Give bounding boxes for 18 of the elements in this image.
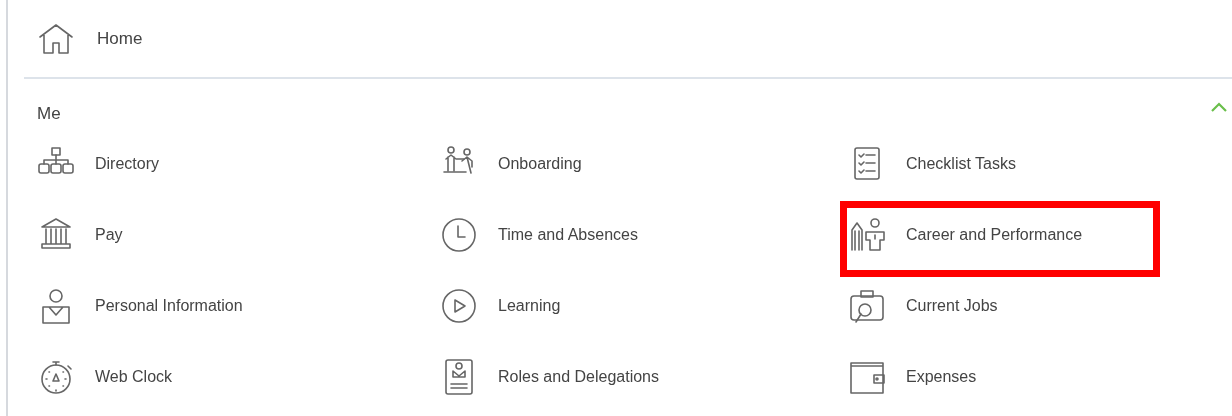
- menu-item[interactable]: Web Clock: [37, 357, 173, 396]
- menu-item[interactable]: Time and Absences: [440, 215, 638, 254]
- menu-item[interactable]: Directory: [37, 144, 159, 183]
- clock-icon: [440, 215, 478, 254]
- chevron-icon[interactable]: [1210, 101, 1228, 113]
- career-icon: [848, 215, 886, 254]
- menu-item[interactable]: Pay: [37, 215, 123, 254]
- menu-item[interactable]: Checklist Tasks: [848, 144, 1016, 183]
- menu-item[interactable]: Career and Performance: [848, 215, 1083, 254]
- menu-item[interactable]: Current Jobs: [848, 286, 998, 325]
- menu-item[interactable]: Onboarding: [440, 144, 582, 183]
- menu-item[interactable]: Learning: [440, 286, 561, 325]
- section-title: Me: [37, 104, 61, 124]
- menu-item[interactable]: Personal Information: [37, 286, 243, 325]
- home-link[interactable]: Home: [37, 0, 143, 77]
- menu-item[interactable]: Expenses: [848, 357, 977, 396]
- menu-item[interactable]: Roles and Delegations: [440, 357, 659, 396]
- play-icon: [440, 286, 478, 325]
